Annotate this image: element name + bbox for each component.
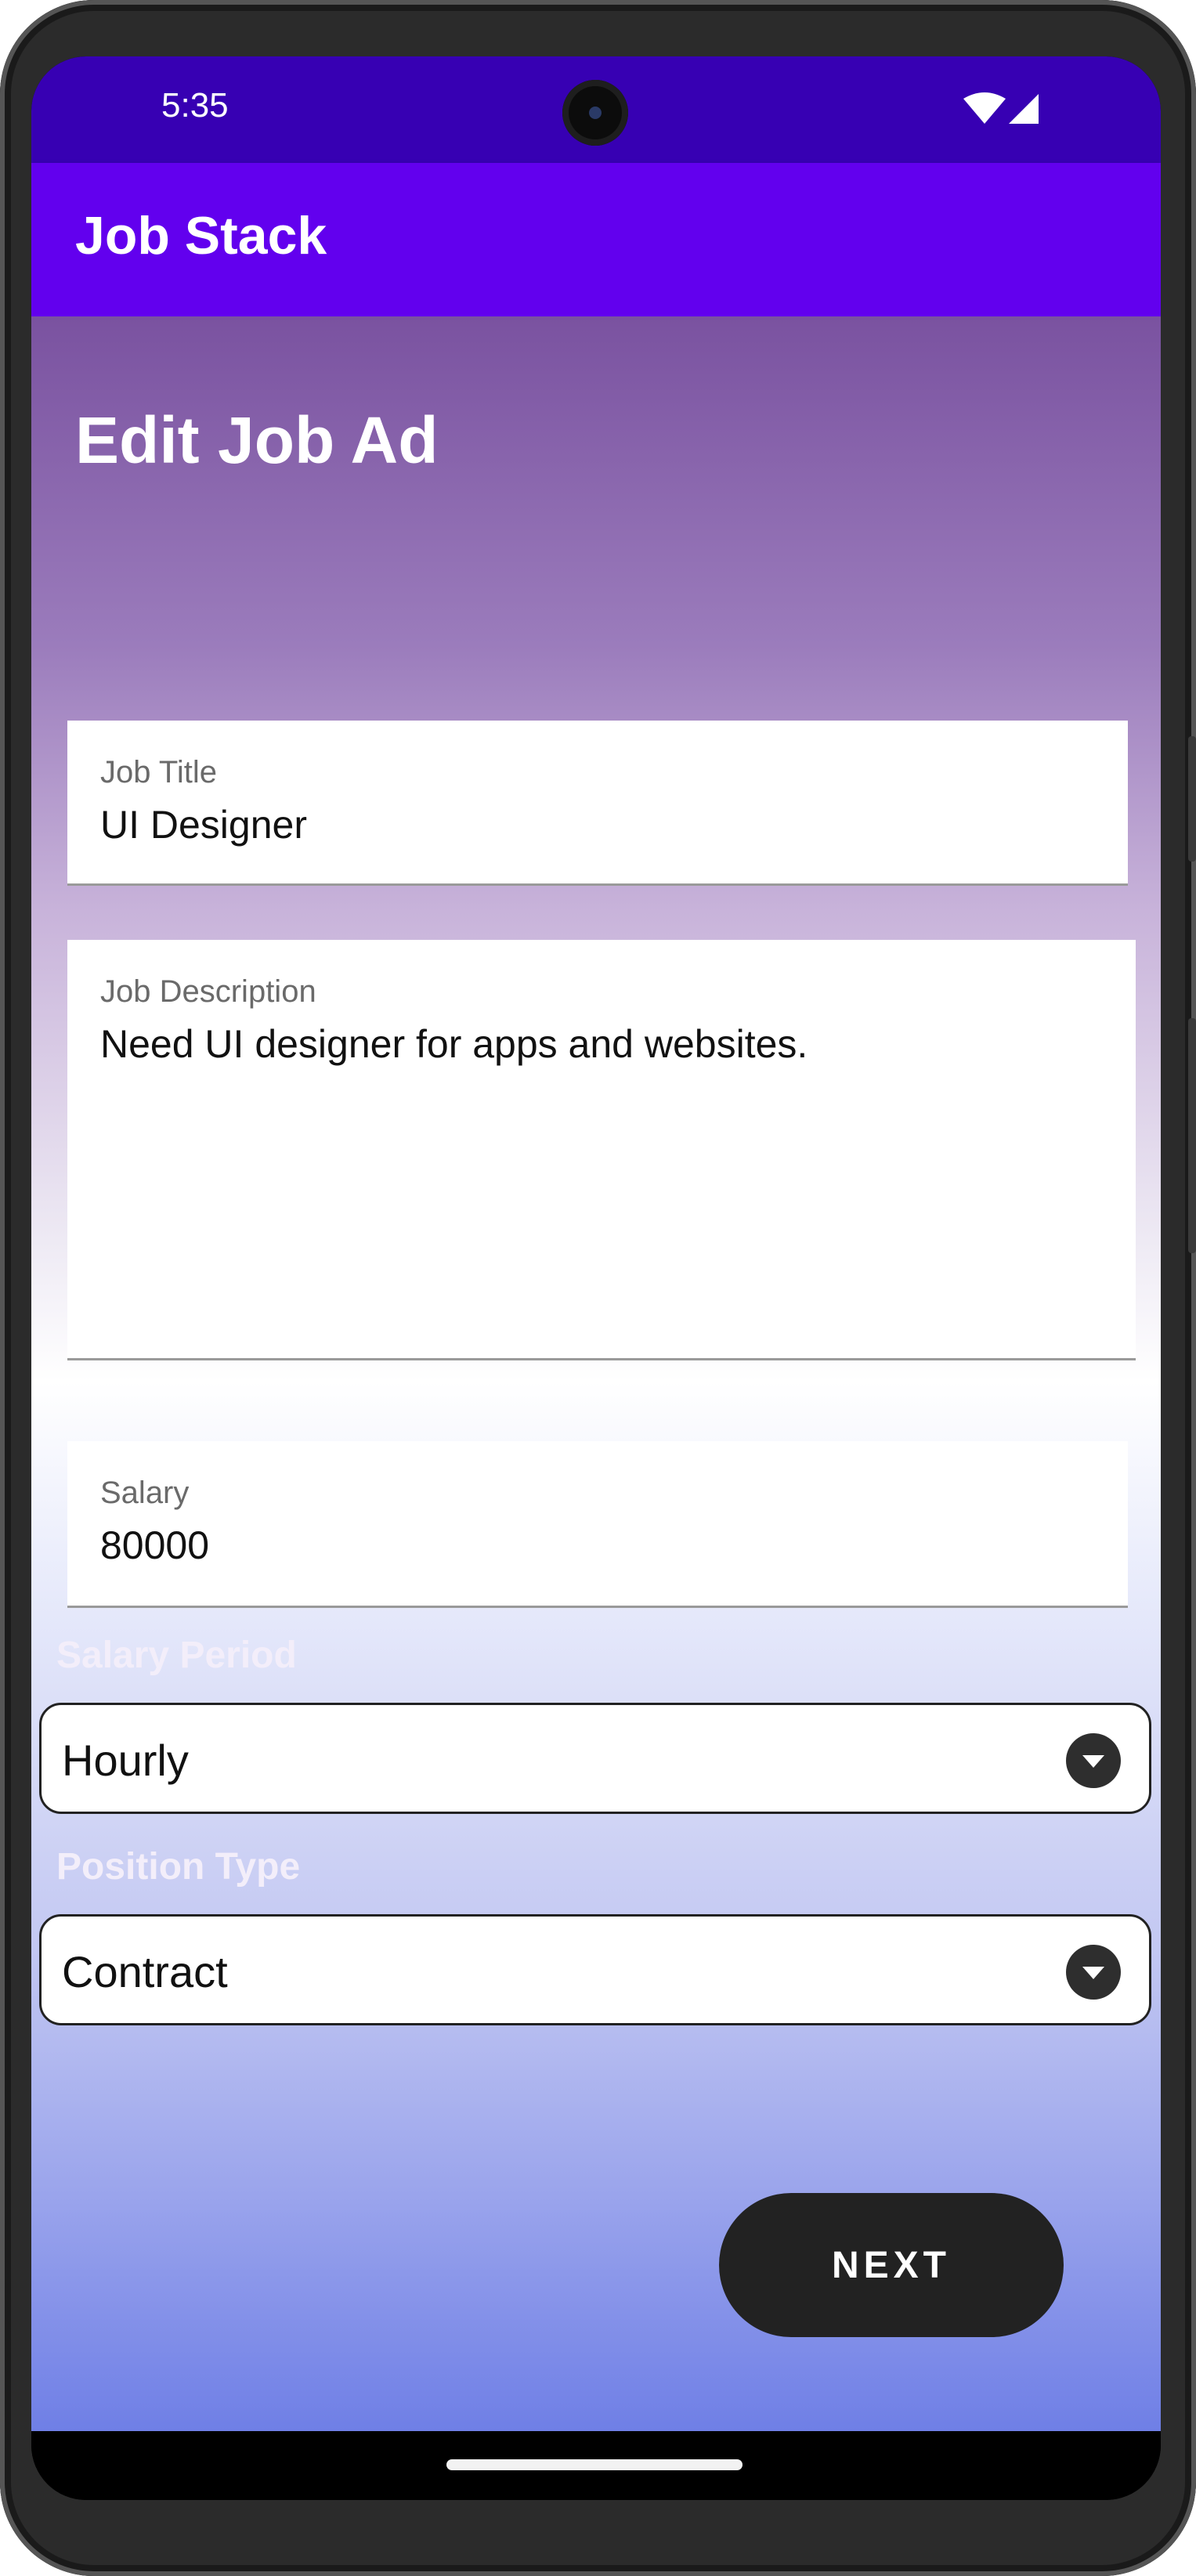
front-camera [562, 80, 628, 146]
wifi-icon [963, 92, 1006, 124]
position-type-selected: Contract [62, 1947, 228, 1996]
job-title-field[interactable]: Job Title UI Designer [67, 721, 1128, 886]
status-icons [963, 91, 1042, 130]
app-bar: Job Stack [31, 163, 1161, 316]
next-button[interactable]: NEXT [719, 2193, 1064, 2337]
salary-period-label: Salary Period [56, 1635, 297, 1676]
volume-button [1188, 1018, 1196, 1253]
position-type-dropdown[interactable]: Contract [39, 1914, 1151, 2025]
position-type-label: Position Type [56, 1846, 301, 1888]
job-description-field[interactable]: Job Description Need UI designer for app… [67, 940, 1136, 1360]
job-description-value: Need UI designer for apps and websites. [100, 1022, 808, 1066]
status-time: 5:35 [161, 86, 229, 125]
signal-icon [1009, 94, 1039, 124]
device-screen: 5:35 Job Stack Edit Job Ad Job Title UI … [31, 56, 1161, 2500]
edit-job-form: Edit Job Ad Job Title UI Designer Job De… [31, 316, 1161, 2431]
job-description-label: Job Description [100, 974, 316, 1009]
salary-label: Salary [100, 1476, 190, 1510]
power-button [1188, 736, 1196, 862]
navigation-bar [31, 2431, 1161, 2500]
job-title-value: UI Designer [100, 803, 307, 847]
salary-value: 80000 [100, 1523, 210, 1567]
salary-period-dropdown[interactable]: Hourly [39, 1703, 1151, 1814]
home-indicator[interactable] [446, 2459, 743, 2470]
app-title: Job Stack [75, 206, 327, 266]
chevron-down-icon[interactable] [1066, 1733, 1121, 1788]
chevron-down-icon[interactable] [1066, 1945, 1121, 2000]
job-title-label: Job Title [100, 755, 217, 789]
salary-field[interactable]: Salary 80000 [67, 1441, 1128, 1608]
page-title: Edit Job Ad [75, 403, 439, 477]
status-bar: 5:35 [31, 56, 1161, 163]
salary-period-selected: Hourly [62, 1736, 189, 1785]
